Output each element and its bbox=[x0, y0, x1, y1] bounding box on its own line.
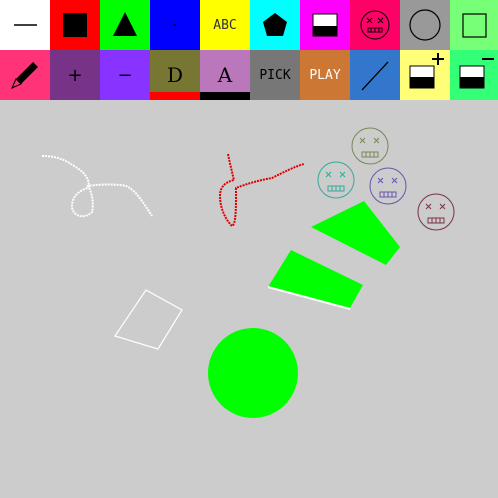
play-button[interactable]: PLAY bbox=[300, 50, 350, 100]
dot-icon: · bbox=[172, 14, 178, 36]
white-quadrilateral bbox=[114, 289, 183, 350]
triangle-icon bbox=[113, 12, 137, 36]
decrease-size-button[interactable]: − bbox=[100, 50, 150, 100]
fill-plus-icon bbox=[409, 53, 444, 89]
square-outline-icon bbox=[462, 13, 487, 38]
pick-icon: PICK bbox=[259, 67, 291, 83]
face-stamp-tool[interactable] bbox=[350, 0, 400, 50]
fill-minus-button[interactable] bbox=[450, 50, 498, 100]
square-icon bbox=[63, 13, 87, 37]
green-circle bbox=[208, 328, 298, 418]
face-stamp-olive bbox=[351, 127, 389, 165]
green-parallelogram-upper bbox=[311, 201, 400, 265]
text-tool[interactable]: ABC bbox=[200, 0, 250, 50]
dot-tool[interactable]: · bbox=[150, 0, 200, 50]
pentagon-icon bbox=[263, 13, 287, 36]
face-stamp-purple bbox=[369, 167, 407, 205]
pencil-icon bbox=[11, 62, 38, 89]
abc-icon: ABC bbox=[213, 17, 237, 33]
slash-line-tool[interactable] bbox=[350, 50, 400, 100]
face-stamp-maroon bbox=[417, 193, 455, 231]
white-scribble bbox=[41, 155, 153, 218]
fill-plus-button[interactable] bbox=[400, 50, 450, 100]
font-a-button[interactable]: A bbox=[200, 50, 250, 100]
half-fill-tool[interactable] bbox=[300, 0, 350, 50]
play-icon: PLAY bbox=[309, 67, 341, 83]
toolbar: · ABC + − D A PICK PLAY bbox=[0, 0, 498, 100]
slash-icon bbox=[361, 61, 389, 91]
circle-outline-tool[interactable] bbox=[400, 0, 450, 50]
face-icon bbox=[360, 10, 390, 40]
fill-minus-icon bbox=[459, 58, 494, 89]
square-outline-tool[interactable] bbox=[450, 0, 498, 50]
filled-square-tool[interactable] bbox=[50, 0, 100, 50]
pick-button[interactable]: PICK bbox=[250, 50, 300, 100]
minus-icon: − bbox=[117, 64, 133, 86]
font-a-underline bbox=[200, 92, 250, 100]
pentagon-tool[interactable] bbox=[250, 0, 300, 50]
toolbar-row-2: + − D A PICK PLAY bbox=[0, 50, 498, 100]
drawing-canvas[interactable] bbox=[0, 100, 498, 498]
toolbar-row-1: · ABC bbox=[0, 0, 498, 50]
circle-icon bbox=[409, 9, 441, 41]
font-d-button[interactable]: D bbox=[150, 50, 200, 100]
line-icon bbox=[14, 24, 37, 26]
half-fill-icon bbox=[312, 13, 338, 37]
red-scribble bbox=[218, 153, 305, 228]
increase-size-button[interactable]: + bbox=[50, 50, 100, 100]
triangle-tool[interactable] bbox=[100, 0, 150, 50]
font-d-underline bbox=[150, 92, 200, 100]
plus-icon: + bbox=[67, 64, 83, 86]
pencil-tool[interactable] bbox=[0, 50, 50, 100]
face-stamp-teal bbox=[317, 161, 355, 199]
line-tool[interactable] bbox=[0, 0, 50, 50]
